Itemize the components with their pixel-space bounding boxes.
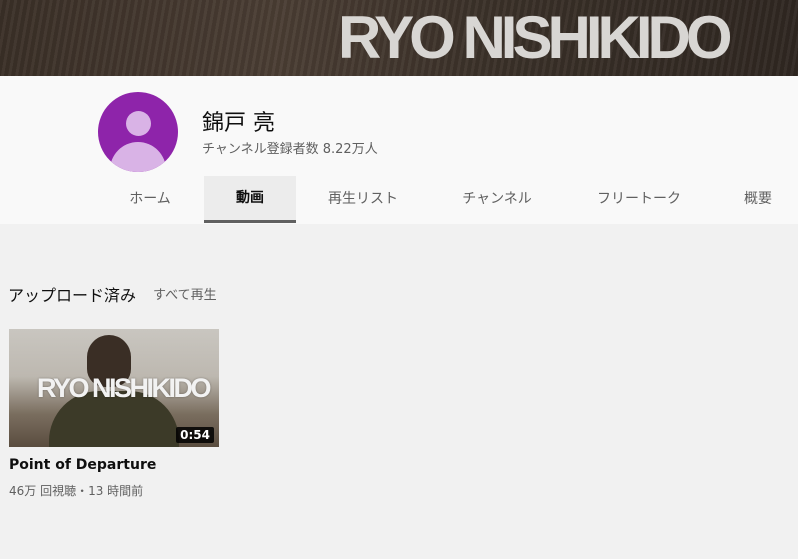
video-duration: 0:54 [176, 427, 214, 443]
subscriber-count: チャンネル登録者数 8.22万人 [202, 142, 378, 157]
tab-discussion[interactable]: フリートーク [580, 176, 698, 222]
channel-header: 錦戸 亮 チャンネル登録者数 8.22万人 ホーム 動画 再生リスト チャンネル… [0, 76, 798, 224]
tab-videos[interactable]: 動画 [204, 176, 296, 223]
channel-tabs: ホーム 動画 再生リスト チャンネル フリートーク 概要 [0, 176, 798, 224]
tab-playlists[interactable]: 再生リスト [310, 176, 416, 222]
avatar-head-shape [126, 111, 151, 136]
tab-home[interactable]: ホーム [104, 176, 196, 222]
video-meta: 46万 回視聴・13 時間前 [9, 484, 144, 498]
tab-about[interactable]: 概要 [724, 176, 792, 222]
avatar-body-shape [110, 142, 166, 172]
thumbnail-text: RYO NISHIKIDO [37, 373, 212, 403]
video-thumbnail[interactable]: RYO NISHIKIDO 0:54 [9, 329, 219, 447]
channel-avatar[interactable] [98, 92, 178, 172]
play-all-button[interactable]: すべて再生 [153, 284, 217, 303]
section-title: アップロード済み [8, 286, 137, 305]
channel-banner: RYO NISHIKIDO [0, 0, 798, 76]
channel-name: 錦戸 亮 [202, 111, 275, 136]
banner-title: RYO NISHIKIDO [338, 4, 732, 71]
video-title[interactable]: Point of Departure [9, 457, 156, 473]
tab-channels[interactable]: チャンネル [442, 176, 552, 222]
